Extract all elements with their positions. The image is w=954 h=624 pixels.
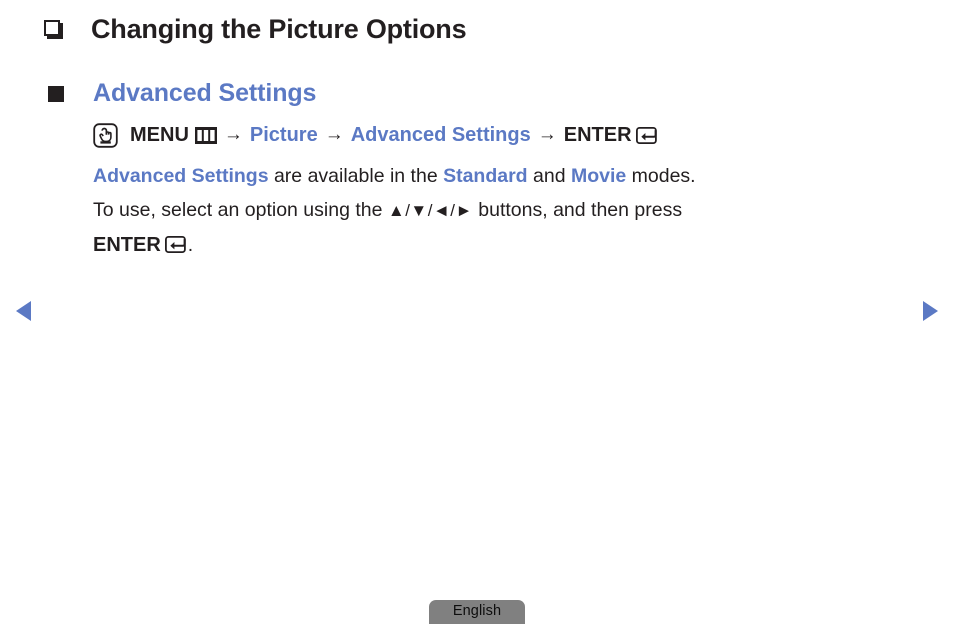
menu-step-picture: Picture <box>249 123 318 146</box>
paragraph-modes-text-3: modes. <box>626 165 696 187</box>
hollow-square-bullet-icon <box>44 20 63 39</box>
paragraph-modes-text-1: are available in the <box>268 165 444 187</box>
menu-step-advanced-settings: Advanced Settings <box>350 123 531 146</box>
filled-square-bullet-icon <box>48 85 64 102</box>
menu-path: MENU → Picture → Advanced Settings → ENT… <box>93 118 913 152</box>
menu-label: MENU <box>130 123 189 146</box>
paragraph-modes: Advanced Settings are available in the S… <box>93 159 913 193</box>
remote-button-press-icon <box>93 122 118 148</box>
path-arrow-2: → <box>324 124 344 145</box>
term-movie: Movie <box>570 165 627 187</box>
paragraph-instructions-text-2: buttons, and then press <box>472 199 683 221</box>
section-heading: Advanced Settings <box>93 79 317 107</box>
language-tab[interactable]: English <box>429 600 525 624</box>
path-arrow-3: → <box>537 124 557 145</box>
term-advanced-settings: Advanced Settings <box>93 165 269 187</box>
page-title-row: Changing the Picture Options <box>44 14 467 45</box>
section-body: MENU → Picture → Advanced Settings → ENT… <box>93 118 913 262</box>
paragraph-enter-line: ENTER. <box>93 228 913 262</box>
paragraph-enter-period: . <box>187 234 194 256</box>
triangle-right-icon[interactable] <box>915 296 945 326</box>
enter-label-inline: ENTER <box>93 234 161 256</box>
direction-keys-icon: ▲/▼/◄/► <box>387 201 473 220</box>
page-title: Changing the Picture Options <box>91 14 467 44</box>
triangle-left-icon[interactable] <box>9 296 39 326</box>
term-standard: Standard <box>443 165 528 187</box>
enter-label: ENTER <box>563 123 632 146</box>
paragraph-instructions-text-1: To use, select an option using the <box>93 199 388 221</box>
paragraph-instructions: To use, select an option using the ▲/▼/◄… <box>93 193 913 228</box>
enter-return-icon <box>164 236 186 253</box>
enter-return-icon <box>635 126 657 144</box>
manual-page: { "page": { "title": "Changing the Pictu… <box>0 0 954 624</box>
menu-grid-icon <box>194 126 217 144</box>
section-heading-row: Advanced Settings <box>48 79 316 108</box>
paragraph-modes-text-2: and <box>527 165 571 187</box>
path-arrow-1: → <box>223 124 243 145</box>
